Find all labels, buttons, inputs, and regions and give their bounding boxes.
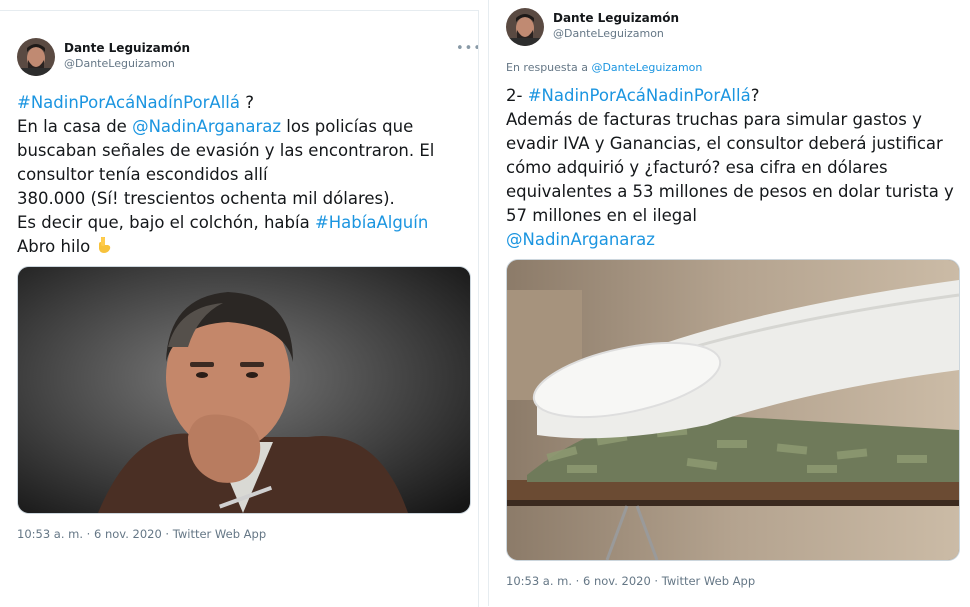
tweet-photo[interactable] [506, 259, 960, 561]
author-handle[interactable]: @DanteLeguizamon [64, 57, 175, 70]
author-name[interactable]: Dante Leguizamón [64, 41, 190, 55]
tweet-timestamp[interactable]: 10:53 a. m. · 6 nov. 2020 · Twitter Web … [17, 527, 266, 541]
reply-context: En respuesta a @DanteLeguizamon [506, 61, 702, 74]
text-line: evadir IVA y Ganancias, el consultor deb… [506, 134, 943, 153]
text-line: consultor tenía escondidos allí [17, 165, 268, 184]
more-options-icon[interactable]: ••• [456, 41, 478, 56]
text-line: equivalentes a 53 millones de pesos en d… [506, 182, 954, 201]
text-segment: ? [750, 86, 760, 105]
hashtag-link[interactable]: #NadinPorAcáNadínPorAllá [17, 93, 240, 112]
reply-prefix: En respuesta a [506, 61, 592, 74]
text-segment: Es decir que, bajo el colchón, había [17, 213, 315, 232]
text-line: buscaban señales de evasión y las encont… [17, 141, 435, 160]
text-line: cómo adquirió y ¿facturó? esa cifra en d… [506, 158, 888, 177]
hashtag-link[interactable]: #HabíaAlguín [315, 213, 428, 232]
text-line: 57 millones en el ilegal [506, 206, 697, 225]
author-avatar[interactable] [506, 8, 544, 46]
reply-handle-link[interactable]: @DanteLeguizamon [591, 61, 702, 74]
pointing-down-emoji-icon [96, 236, 112, 253]
text-segment: Abro hilo [17, 237, 96, 256]
tweet-card-2: Dante Leguizamón @DanteLeguizamon En res… [488, 0, 970, 606]
man-portrait-photo-icon [18, 267, 470, 513]
author-handle[interactable]: @DanteLeguizamon [553, 27, 664, 40]
text-segment: 2- [506, 86, 528, 105]
author-name[interactable]: Dante Leguizamón [553, 11, 679, 25]
tweet-text: #NadinPorAcáNadínPorAllá ? En la casa de… [17, 91, 434, 259]
tweet-card-1: Dante Leguizamón @DanteLeguizamon ••• #N… [0, 10, 479, 607]
money-under-mattress-photo-icon [507, 260, 959, 560]
tweet-text: 2- #NadinPorAcáNadinPorAllá? Además de f… [506, 84, 954, 252]
text-segment: los policías que [281, 117, 414, 136]
mention-link[interactable]: @NadinArganaraz [132, 117, 281, 136]
author-avatar[interactable] [17, 38, 55, 76]
text-segment: En la casa de [17, 117, 133, 136]
hashtag-link[interactable]: #NadinPorAcáNadinPorAllá [528, 86, 751, 105]
text-segment: ? [240, 93, 255, 112]
tweet-photo[interactable] [17, 266, 471, 514]
text-line: 380.000 (Sí! trescientos ochenta mil dól… [17, 189, 395, 208]
mention-link[interactable]: @NadinArganaraz [506, 230, 655, 249]
text-line: Además de facturas truchas para simular … [506, 110, 922, 129]
tweet-timestamp[interactable]: 10:53 a. m. · 6 nov. 2020 · Twitter Web … [506, 574, 755, 588]
